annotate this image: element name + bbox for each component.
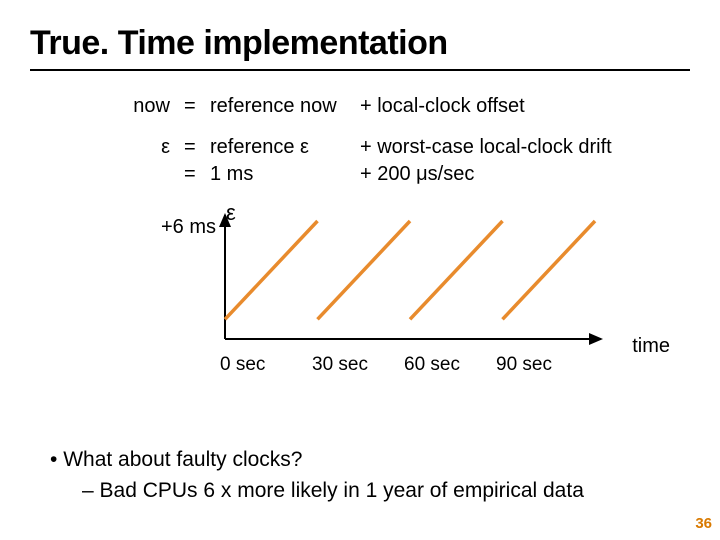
equations-block: now = reference now + local-clock offset… [110,93,690,188]
chart-xtick: 60 sec [404,354,496,376]
eq-ref: 1 ms [210,161,360,188]
eq-plus: + worst-case local-clock drift [360,134,612,161]
slide: True. Time implementation now = referenc… [0,0,720,540]
chart-xtick: 0 sec [220,354,312,376]
eq-plus: + 200 μs/sec [360,161,612,188]
chart-ylabel: ε [226,200,236,226]
eq-lhs: ε [110,134,184,161]
bullet-faulty-clocks: What about faulty clocks? [50,445,584,475]
bullet-bad-cpus: Bad CPUs 6 x more likely in 1 year of em… [82,476,584,506]
page-number: 36 [695,515,712,532]
eq-ref: reference now [210,93,360,120]
eq-ref: reference ε [210,134,360,161]
chart-xtick: 30 sec [312,354,404,376]
equation-now: now = reference now + local-clock offset [110,93,690,120]
eq-sign: = [184,93,210,120]
eq-rhs: = reference ε + worst-case local-clock d… [184,134,612,188]
eq-rhs: = reference now + local-clock offset [184,93,525,120]
epsilon-chart: ε +6 ms time 0 sec 30 sec 60 sec 90 sec [190,206,620,376]
page-title: True. Time implementation [30,24,690,63]
equation-epsilon: ε = reference ε + worst-case local-clock… [110,134,690,188]
chart-xticks: 0 sec 30 sec 60 sec 90 sec [220,354,620,376]
eq-lhs: now [110,93,184,120]
chart-svg [190,206,610,351]
eq-plus: + local-clock offset [360,93,525,120]
bullets: What about faulty clocks? Bad CPUs 6 x m… [50,445,584,506]
eq-sign: = [184,161,210,188]
chart-xlabel: time [632,335,670,358]
title-rule [30,69,690,71]
chart-xtick: 90 sec [496,354,588,376]
eq-sign: = [184,134,210,161]
chart-ytick-label: +6 ms [160,216,216,239]
